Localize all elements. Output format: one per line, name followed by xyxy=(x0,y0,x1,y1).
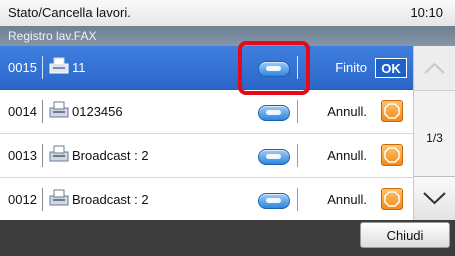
job-list: 0015 11 Finito OK 0014 0123456 Annull. 0… xyxy=(0,46,413,222)
stop-icon[interactable] xyxy=(381,144,403,166)
divider xyxy=(42,188,43,211)
stop-icon[interactable] xyxy=(381,188,403,210)
divider xyxy=(297,144,298,167)
scroll-up-button[interactable] xyxy=(414,46,455,91)
scroll-panel: 1/3 xyxy=(413,46,455,220)
clock: 10:10 xyxy=(410,5,443,20)
divider xyxy=(297,188,298,211)
job-row[interactable]: 0013 Broadcast : 2 Annull. xyxy=(0,134,413,178)
divider xyxy=(297,100,298,123)
job-status: Annull. xyxy=(327,104,367,119)
fax-icon xyxy=(49,189,69,206)
chevron-up-icon xyxy=(424,62,445,74)
chevron-down-icon xyxy=(423,192,446,205)
fax-icon xyxy=(49,145,69,162)
job-status: Annull. xyxy=(327,192,367,207)
ok-button[interactable]: OK xyxy=(375,58,407,78)
job-destination: Broadcast : 2 xyxy=(72,148,149,163)
screen-title: Stato/Cancella lavori. xyxy=(8,5,131,20)
fax-icon xyxy=(49,101,69,118)
job-destination: Broadcast : 2 xyxy=(72,192,149,207)
job-status: Annull. xyxy=(327,148,367,163)
divider xyxy=(42,144,43,167)
detail-button[interactable] xyxy=(258,149,290,165)
title-bar: Stato/Cancella lavori. 10:10 xyxy=(0,0,455,27)
job-id: 0013 xyxy=(8,148,37,163)
fax-icon xyxy=(49,57,69,74)
divider xyxy=(42,56,43,79)
job-row[interactable]: 0014 0123456 Annull. xyxy=(0,90,413,134)
divider xyxy=(42,100,43,123)
job-id: 0014 xyxy=(8,104,37,119)
job-id: 0015 xyxy=(8,60,37,75)
job-destination: 11 xyxy=(72,60,86,75)
page-indicator: 1/3 xyxy=(426,131,443,145)
stop-icon[interactable] xyxy=(381,100,403,122)
job-destination: 0123456 xyxy=(72,104,123,119)
job-row[interactable]: 0015 11 Finito OK xyxy=(0,46,413,90)
log-title: Registro lav.FAX xyxy=(8,29,97,43)
job-row[interactable]: 0012 Broadcast : 2 Annull. xyxy=(0,178,413,222)
job-status: Finito xyxy=(335,60,367,75)
close-button[interactable]: Chiudi xyxy=(360,222,450,248)
job-id: 0012 xyxy=(8,192,37,207)
highlight-box xyxy=(238,41,310,95)
scroll-down-button[interactable] xyxy=(414,176,455,220)
detail-button[interactable] xyxy=(258,193,290,209)
detail-button[interactable] xyxy=(258,105,290,121)
sub-title-bar: Registro lav.FAX xyxy=(0,26,455,46)
